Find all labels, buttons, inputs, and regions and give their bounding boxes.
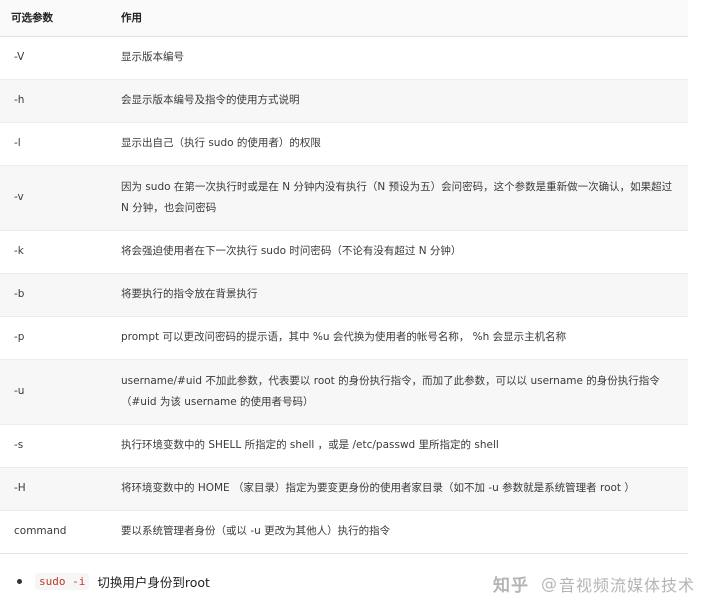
table-row: -b 将要执行的指令放在背景执行 (0, 273, 688, 316)
options-table-container: 可选参数 作用 -V 显示版本编号 -h 会显示版本编号及指令的使用方式说明 -… (0, 0, 688, 554)
watermark: 知乎 @ 音视频流媒体技术 (493, 571, 695, 596)
table-header-row: 可选参数 作用 (0, 0, 688, 36)
option-cell: -h (14, 94, 25, 106)
inline-code: sudo -i (35, 572, 90, 590)
watermark-at: @ (540, 574, 558, 593)
table-row: -l 显示出自己（执行 sudo 的使用者）的权限 (0, 122, 688, 165)
bullet-dot-icon (17, 578, 22, 584)
table-row: command 要以系统管理者身份（或以 -u 更改为其他人）执行的指令 (0, 510, 688, 553)
description-cell: 将会强迫使用者在下一次执行 sudo 时问密码（不论有没有超过 N 分钟） (121, 245, 462, 257)
table-row: -h 会显示版本编号及指令的使用方式说明 (0, 79, 688, 122)
table-row: -V 显示版本编号 (0, 36, 688, 79)
description-cell: username/#uid 不加此参数，代表要以 root 的身份执行指令，而加… (121, 374, 660, 408)
header-option: 可选参数 (11, 12, 53, 25)
description-cell: 执行环境变数中的 SHELL 所指定的 shell ，或是 /etc/passw… (121, 439, 499, 451)
header-function: 作用 (121, 12, 142, 25)
bullet-text: 切换用户身份到root (97, 574, 210, 590)
bullet-item: sudo -i 切换用户身份到root (17, 571, 210, 591)
option-cell: -H (14, 482, 26, 494)
description-cell: prompt 可以更改问密码的提示语，其中 %u 会代换为使用者的帐号名称， %… (121, 331, 567, 343)
option-cell: -p (14, 331, 25, 343)
table-row: -p prompt 可以更改问密码的提示语，其中 %u 会代换为使用者的帐号名称… (0, 316, 688, 359)
options-table: 可选参数 作用 -V 显示版本编号 -h 会显示版本编号及指令的使用方式说明 -… (0, 0, 688, 554)
description-cell: 显示版本编号 (121, 51, 184, 63)
option-cell: -s (14, 439, 24, 451)
option-cell: -l (14, 137, 21, 149)
table-row: -s 执行环境变数中的 SHELL 所指定的 shell ，或是 /etc/pa… (0, 424, 688, 467)
description-cell: 因为 sudo 在第一次执行时或是在 N 分钟内没有执行（N 预设为五）会问密码… (121, 180, 673, 214)
option-cell: -k (14, 245, 24, 257)
description-cell: 会显示版本编号及指令的使用方式说明 (121, 94, 300, 106)
description-cell: 要以系统管理者身份（或以 -u 更改为其他人）执行的指令 (121, 525, 391, 537)
description-cell: 将环境变数中的 HOME （家目录）指定为要变更身份的使用者家目录（如不加 -u… (121, 482, 635, 494)
watermark-author: 音视频流媒体技术 (558, 575, 695, 595)
description-cell: 将要执行的指令放在背景执行 (121, 288, 258, 300)
option-cell: -u (14, 385, 25, 397)
option-cell: -V (14, 51, 25, 63)
zhihu-logo: 知乎 (492, 576, 529, 596)
option-cell: -v (14, 191, 24, 203)
option-cell: -b (14, 288, 25, 300)
table-row: -k 将会强迫使用者在下一次执行 sudo 时问密码（不论有没有超过 N 分钟） (0, 230, 688, 273)
description-cell: 显示出自己（执行 sudo 的使用者）的权限 (121, 137, 321, 149)
option-cell: command (14, 525, 67, 537)
table-row: -H 将环境变数中的 HOME （家目录）指定为要变更身份的使用者家目录（如不加… (0, 467, 688, 510)
table-row: -v 因为 sudo 在第一次执行时或是在 N 分钟内没有执行（N 预设为五）会… (0, 165, 688, 230)
table-row: -u username/#uid 不加此参数，代表要以 root 的身份执行指令… (0, 359, 688, 424)
